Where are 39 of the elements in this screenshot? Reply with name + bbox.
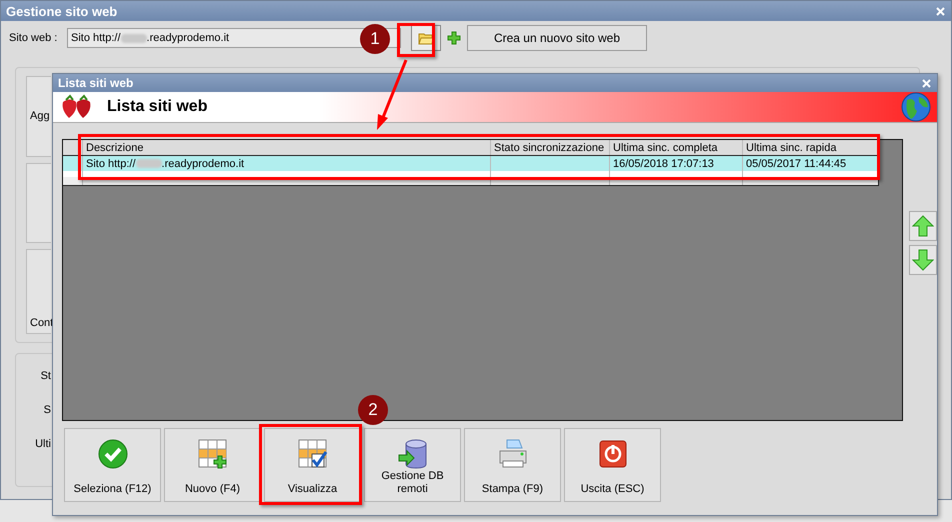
- panel-button[interactable]: Agg: [26, 76, 51, 157]
- status-label: Ulti: [35, 438, 51, 450]
- highlight-frame: [397, 23, 435, 57]
- new-site-button[interactable]: Crea un nuovo sito web: [467, 25, 647, 51]
- grid-plus-icon: [198, 439, 228, 469]
- move-up-button[interactable]: [909, 211, 937, 241]
- close-button[interactable]: [935, 6, 946, 16]
- grid-check-icon: [298, 439, 328, 469]
- plus-icon: [447, 31, 461, 45]
- printer-icon: [498, 439, 528, 469]
- toolbar-button[interactable]: Stampa (F9): [464, 428, 561, 502]
- column-header: Ultima sinc. rapida: [745, 140, 838, 155]
- dialog-title: Lista siti web: [58, 76, 134, 90]
- move-down-button[interactable]: [909, 245, 937, 275]
- pointer-arrow: [377, 59, 408, 130]
- status-label: S: [44, 404, 51, 416]
- close-button[interactable]: [921, 78, 932, 88]
- status-label: St: [40, 370, 51, 382]
- up-arrow-icon: [912, 215, 934, 237]
- toolbar-button[interactable]: Nuovo (F4): [164, 428, 261, 502]
- folder-icon: [418, 31, 434, 45]
- toolbar-button[interactable]: Gestione DB remoti: [364, 428, 461, 502]
- window-title: Gestione sito web: [6, 4, 118, 18]
- column-header: Descrizione: [83, 140, 491, 155]
- check-circle-icon: [98, 439, 128, 469]
- column-header: Ultima sinc. completa: [610, 140, 743, 155]
- panel-button[interactable]: Cont: [26, 249, 51, 334]
- globe-icon: [901, 92, 931, 122]
- database-icon: [398, 439, 428, 469]
- power-icon: [598, 439, 628, 469]
- column-header: Stato sincronizzazione: [491, 140, 610, 155]
- header-title: Lista siti web: [107, 98, 208, 116]
- toolbar-button[interactable]: Uscita (ESC): [564, 428, 661, 502]
- field-label: Sito web :: [9, 32, 58, 44]
- toolbar-button[interactable]: Seleziona (F12): [64, 428, 161, 502]
- down-arrow-icon: [912, 249, 934, 271]
- table-row[interactable]: Sito http:// .readyprodemo.it 16/05/2018 17:07:13 05/05/2017 11:44:45: [63, 156, 878, 171]
- toolbar-button[interactable]: Visualizza: [264, 428, 361, 502]
- table-cell-text: 05/05/2017 11:44:45: [745, 156, 848, 171]
